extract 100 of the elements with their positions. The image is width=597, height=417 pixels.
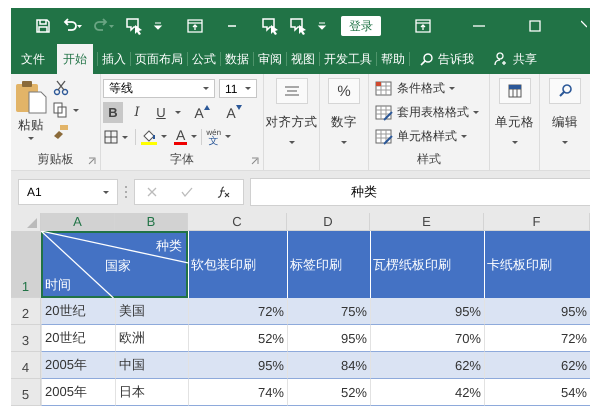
down-triangle-icon [236, 105, 242, 110]
table-header-cell: 标签印刷 [287, 231, 370, 298]
table-cell: 72% [484, 325, 590, 352]
table-cell: 美国 [115, 298, 188, 325]
font-color-button[interactable]: A [174, 128, 188, 145]
paste-button[interactable]: 粘贴 [15, 74, 47, 148]
table-style-icon [375, 128, 393, 144]
borders-icon[interactable] [103, 128, 131, 144]
table-cell: 欧洲 [115, 325, 188, 352]
tell-me-search[interactable]: 告诉我 [416, 44, 478, 74]
caret-icon [28, 137, 34, 140]
dash-icon[interactable] [227, 24, 237, 28]
row-header[interactable]: 1 [11, 231, 41, 298]
italic-button[interactable]: I [127, 102, 147, 123]
redo-icon [93, 18, 115, 34]
group-label: 字体 [170, 150, 194, 168]
table-cell: 54% [484, 379, 590, 406]
search-icon [420, 52, 433, 66]
ribbon-tab[interactable]: 开始 [57, 44, 93, 74]
touch-mode-icon[interactable] [289, 17, 307, 35]
touch-mode-icon[interactable] [261, 17, 279, 35]
table-cell: 84% [287, 352, 370, 379]
formula-field[interactable]: 种类 [250, 178, 590, 206]
dialog-launcher-icon[interactable] [251, 157, 259, 165]
up-triangle-icon [204, 105, 210, 110]
customize-caret-icon[interactable] [317, 21, 327, 31]
fill-color-icon[interactable] [140, 128, 170, 146]
ribbon-tab[interactable]: 帮助 [377, 44, 409, 74]
table-cell: 95% [188, 352, 287, 379]
table-header-cell: 卡纸板印刷 [484, 231, 590, 298]
caret-icon[interactable] [175, 111, 181, 114]
header-label: 时间 [45, 276, 71, 294]
ribbon-tab[interactable]: 开发工具 [320, 44, 376, 74]
table-cell: 95% [287, 325, 370, 352]
table-cell: 2005年 [41, 352, 115, 379]
group-label: 剪贴板 [38, 150, 74, 168]
maximize-icon[interactable] [529, 20, 541, 32]
table-cell: 75% [287, 298, 370, 325]
scissors-icon[interactable] [53, 80, 69, 96]
ribbon-tab[interactable]: 文件 [17, 44, 49, 74]
header-label: 国家 [105, 257, 131, 275]
table-cell: 62% [370, 352, 484, 379]
table-cell: 中国 [115, 352, 188, 379]
insert-function-icon[interactable] [217, 185, 231, 199]
ribbon-display-icon[interactable] [187, 19, 203, 33]
ribbon-tab[interactable]: 审阅 [254, 44, 286, 74]
cells-button[interactable]: 单元格 [490, 74, 539, 170]
table-cell: 52% [188, 325, 287, 352]
ribbon-tab[interactable]: 公式 [188, 44, 220, 74]
person-add-icon [494, 52, 508, 66]
table-cell: 70% [370, 325, 484, 352]
column-header[interactable]: B [115, 213, 188, 231]
caret-icon[interactable] [225, 135, 232, 138]
styles-menu-button[interactable]: 单元格样式 [375, 126, 489, 147]
table-cell: 20世纪 [41, 298, 115, 325]
shrink-font-button[interactable]: A [223, 102, 245, 123]
customize-caret-icon[interactable] [153, 21, 163, 31]
ribbon-tab[interactable]: 视图 [287, 44, 319, 74]
underline-button[interactable]: U [151, 102, 171, 123]
minimize-icon[interactable] [473, 24, 485, 28]
column-header[interactable]: A [41, 213, 115, 231]
ribbon-tab[interactable]: 插入 [98, 44, 130, 74]
table-cell: 52% [287, 379, 370, 406]
ribbon-tab[interactable]: 数据 [221, 44, 253, 74]
table-cell: 62% [484, 352, 590, 379]
phonetic-button[interactable]: wén 文 [206, 128, 222, 146]
name-box[interactable]: A1 [18, 179, 118, 205]
more-icon [124, 185, 128, 199]
table-header-cell: 瓦楞纸板印刷 [370, 231, 484, 298]
dialog-launcher-icon[interactable] [88, 157, 96, 165]
table-cell: 20世纪 [41, 325, 115, 352]
table-cell: 42% [370, 379, 484, 406]
search-icon [549, 78, 581, 104]
clipboard-icon [15, 80, 47, 114]
font-name-field[interactable]: 等线 [103, 79, 215, 98]
alignment-button[interactable]: 对齐方式 [264, 74, 319, 170]
caret-icon[interactable] [191, 135, 198, 138]
align-icon [276, 78, 308, 104]
sign-in-button[interactable]: 登录 [341, 16, 381, 36]
table-style-icon [375, 104, 393, 120]
share-button[interactable]: 共享 [490, 44, 541, 74]
ribbon-display-icon[interactable] [415, 19, 431, 33]
bold-button[interactable]: B [103, 102, 123, 123]
copy-icon[interactable] [53, 102, 81, 118]
number-button[interactable]: % 数字 [320, 74, 368, 170]
editing-button[interactable]: 编辑 [540, 74, 590, 170]
format-painter-icon[interactable] [53, 124, 69, 140]
ribbon-tab[interactable]: 页面布局 [131, 44, 187, 74]
styles-menu-button[interactable]: 套用表格格式 [375, 102, 489, 123]
save-icon[interactable] [35, 18, 51, 34]
check-icon[interactable] [181, 187, 193, 197]
grow-font-button[interactable]: A [191, 102, 213, 123]
undo-icon[interactable] [61, 18, 83, 34]
touch-mode-icon[interactable] [125, 17, 143, 35]
styles-menu-button[interactable]: 条件格式 [375, 78, 489, 99]
table-cell: 95% [484, 298, 590, 325]
table-cell: 74% [188, 379, 287, 406]
font-size-field[interactable]: 11 [219, 79, 257, 98]
table-cell: 95% [370, 298, 484, 325]
header-label: 种类 [156, 237, 182, 255]
